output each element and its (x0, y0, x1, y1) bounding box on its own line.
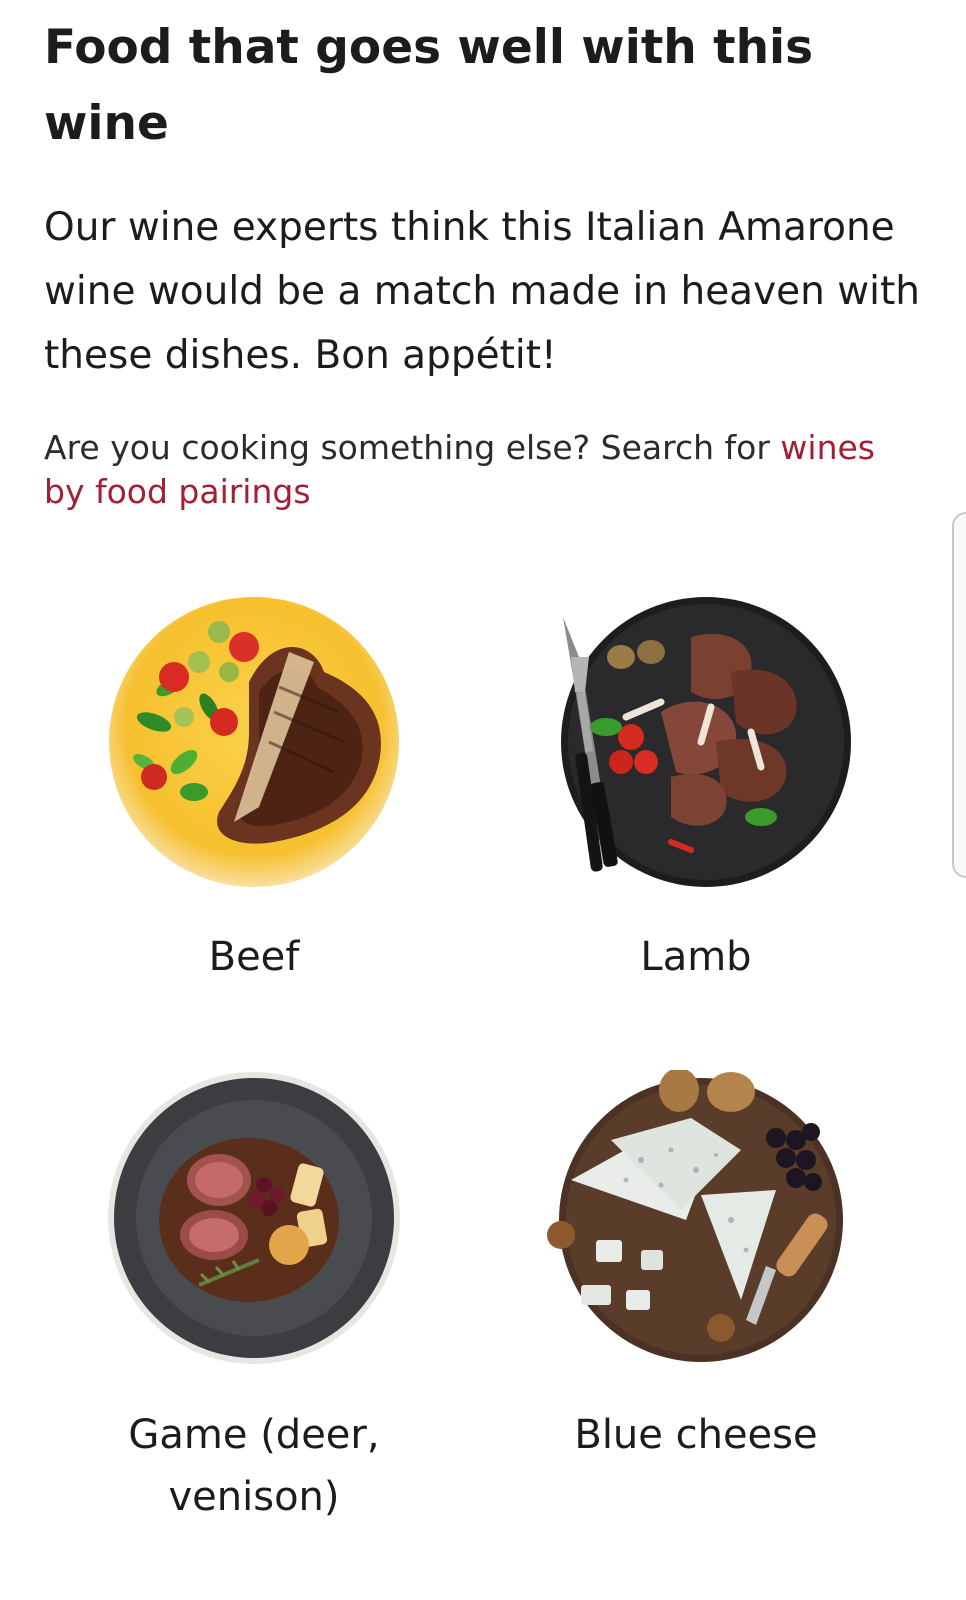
pairing-label-lamb: Lamb (640, 934, 752, 980)
search-prompt: Are you cooking something else? Search f… (44, 426, 924, 514)
beef-dish-image (109, 597, 399, 887)
pairing-label-game: Game (deer, venison) (128, 1412, 380, 1520)
pairing-label-blue-cheese: Blue cheese (574, 1412, 818, 1458)
section-title: Food that goes well with this wine (44, 20, 814, 151)
game-dish-image (108, 1072, 400, 1364)
pairing-label-beef: Beef (208, 934, 300, 980)
pairing-intro-text: Our wine experts think this Italian Amar… (44, 205, 921, 378)
pairing-card-lamb[interactable]: Lamb (516, 592, 876, 988)
scroll-handle[interactable] (952, 512, 966, 878)
pairing-card-game[interactable]: Game (deer, venison) (74, 1070, 434, 1528)
pairing-card-beef[interactable]: Beef (74, 592, 434, 988)
blue-cheese-dish-image (547, 1070, 843, 1362)
pairing-card-blue-cheese[interactable]: Blue cheese (516, 1070, 876, 1466)
lamb-dish-image (561, 597, 851, 887)
search-prompt-text: Are you cooking something else? Search f… (44, 428, 781, 467)
food-pairing-section: Food that goes well with this wine Our w… (0, 0, 966, 1600)
